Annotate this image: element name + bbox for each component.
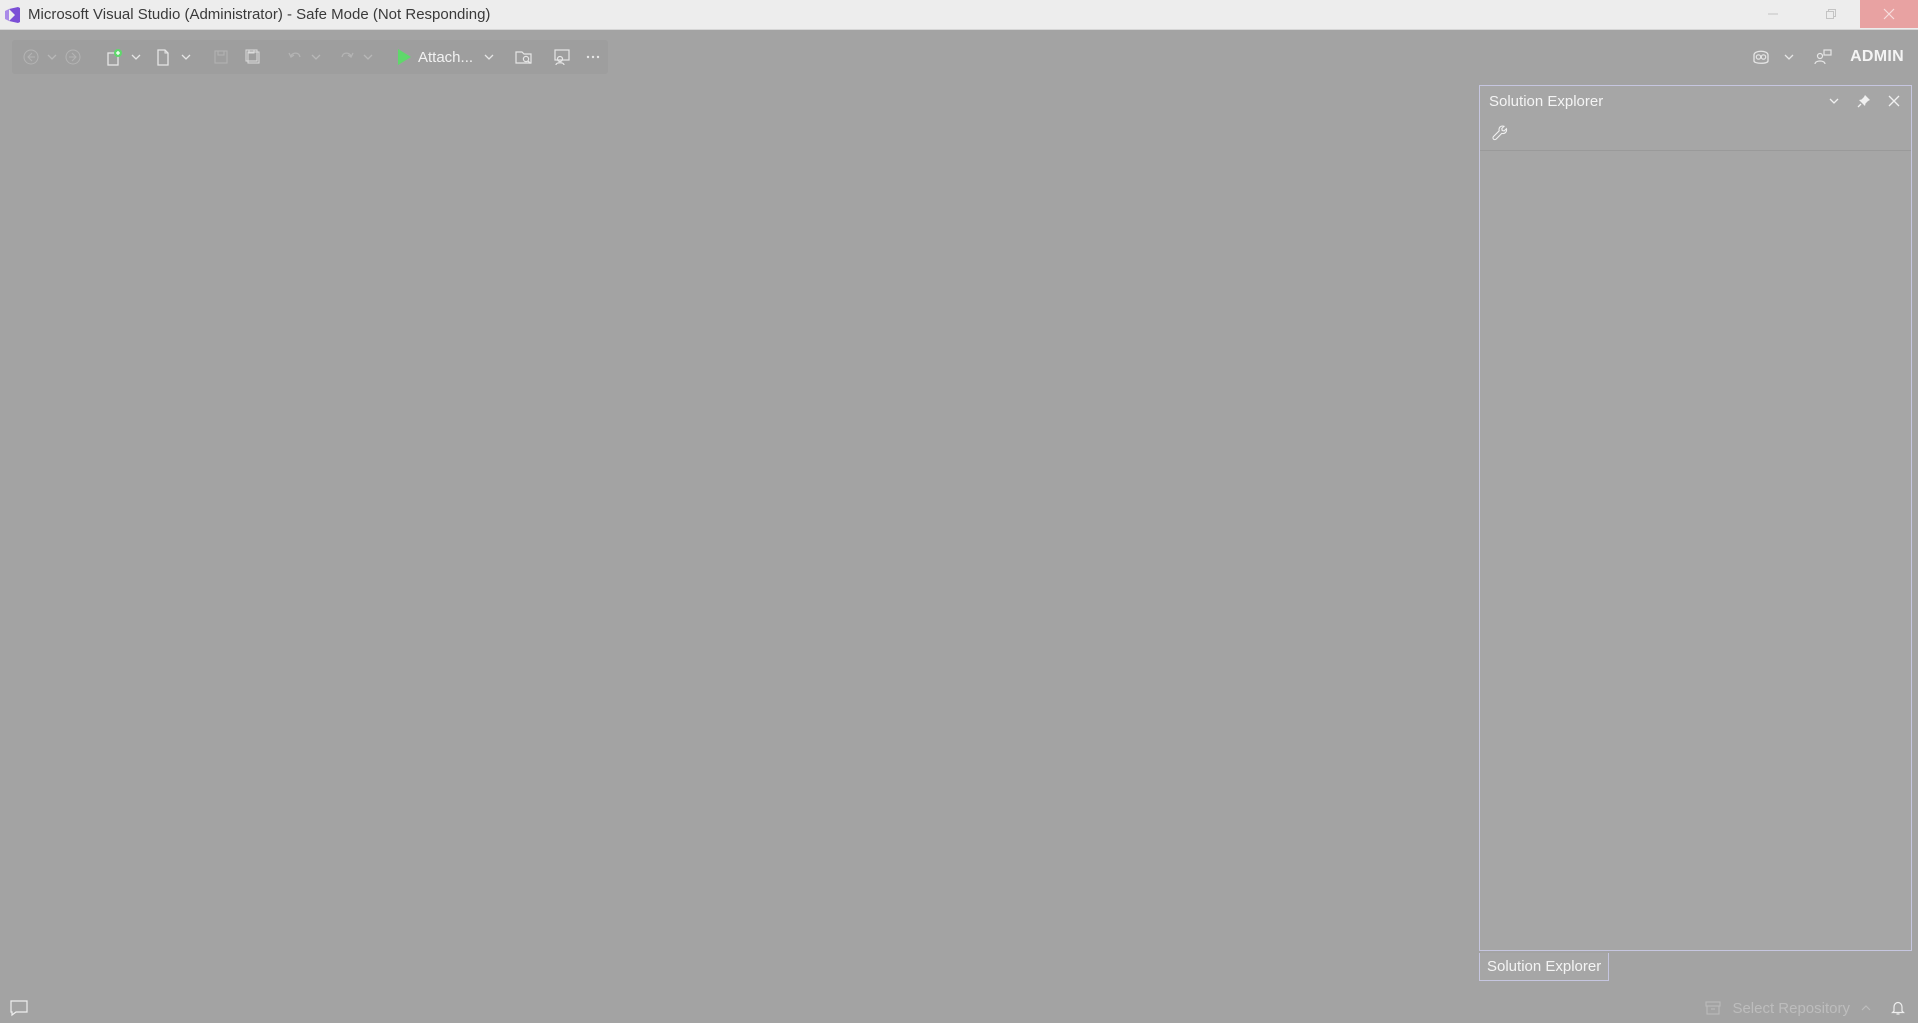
save-button[interactable]	[206, 42, 236, 72]
more-icon	[585, 49, 601, 65]
close-window-button[interactable]	[1860, 0, 1918, 28]
new-project-button[interactable]	[100, 42, 128, 72]
toolbar-overflow-button[interactable]	[579, 42, 607, 72]
output-notification-button[interactable]	[4, 993, 34, 1023]
solution-explorer-header: Solution Explorer	[1480, 86, 1911, 116]
open-file-button[interactable]	[148, 42, 178, 72]
share-user-icon	[1813, 47, 1833, 67]
window-user-icon	[552, 47, 572, 67]
close-icon	[1883, 8, 1895, 20]
redo-button[interactable]	[334, 42, 360, 72]
live-share-session-button[interactable]	[1806, 42, 1840, 72]
window-title: Microsoft Visual Studio (Administrator) …	[28, 6, 490, 23]
restore-button[interactable]	[1802, 0, 1860, 28]
select-repository-button[interactable]: Select Repository	[1732, 1000, 1850, 1017]
chevron-down-icon	[311, 52, 321, 62]
copilot-dropdown[interactable]	[1778, 42, 1800, 72]
find-in-files-button[interactable]	[509, 42, 539, 72]
solution-explorer-toolbar	[1480, 116, 1911, 151]
solution-explorer-title: Solution Explorer	[1489, 93, 1819, 110]
chevron-down-icon	[484, 52, 494, 62]
undo-icon	[286, 48, 304, 66]
solution-explorer-panel: Solution Explorer	[1479, 85, 1912, 951]
back-arrow-icon	[22, 48, 40, 66]
minimize-icon	[1767, 8, 1779, 20]
start-attach-button[interactable]: Attach...	[390, 42, 477, 72]
status-bar: Select Repository	[0, 996, 1918, 1020]
open-file-dropdown[interactable]	[178, 42, 194, 72]
folder-search-icon	[514, 47, 534, 67]
properties-button[interactable]	[1488, 118, 1512, 148]
solution-explorer-tab[interactable]: Solution Explorer	[1479, 953, 1609, 981]
select-repository-chevron[interactable]	[1858, 993, 1874, 1023]
save-all-icon	[244, 48, 262, 66]
window-position-button[interactable]	[1819, 86, 1849, 116]
close-icon	[1888, 95, 1900, 107]
forward-arrow-icon	[64, 48, 82, 66]
open-file-icon	[153, 47, 173, 67]
chevron-up-icon	[1861, 1003, 1871, 1013]
redo-dropdown[interactable]	[360, 42, 376, 72]
account-toolbar: ADMIN	[1744, 40, 1918, 74]
standard-toolbar: Attach...	[12, 40, 608, 74]
notifications-button[interactable]	[1878, 993, 1918, 1023]
repository-icon	[1704, 1000, 1722, 1016]
save-all-button[interactable]	[238, 42, 268, 72]
visual-studio-logo-icon	[2, 5, 22, 25]
status-bar-right: Select Repository	[1702, 996, 1918, 1020]
redo-icon	[338, 48, 356, 66]
minimize-button[interactable]	[1744, 0, 1802, 28]
new-project-dropdown[interactable]	[128, 42, 144, 72]
navigate-back-button[interactable]	[18, 42, 44, 72]
account-user-label[interactable]: ADMIN	[1850, 48, 1904, 66]
bell-icon	[1890, 1000, 1906, 1016]
auto-hide-pin-button[interactable]	[1849, 86, 1879, 116]
start-attach-label: Attach...	[418, 49, 473, 66]
start-attach-dropdown[interactable]	[481, 42, 497, 72]
window-controls	[1744, 0, 1918, 28]
restore-icon	[1825, 8, 1837, 20]
navigate-back-dropdown[interactable]	[44, 42, 60, 72]
undo-button[interactable]	[282, 42, 308, 72]
chevron-down-icon	[47, 52, 57, 62]
wrench-icon	[1491, 124, 1509, 142]
comment-icon	[9, 999, 29, 1017]
chevron-down-icon	[181, 52, 191, 62]
chevron-down-icon	[131, 52, 141, 62]
chevron-down-icon	[363, 52, 373, 62]
new-project-icon	[104, 47, 124, 67]
play-icon	[396, 48, 412, 66]
navigate-forward-button[interactable]	[60, 42, 86, 72]
undo-dropdown[interactable]	[308, 42, 324, 72]
live-share-button[interactable]	[545, 42, 579, 72]
copilot-button[interactable]	[1744, 42, 1778, 72]
copilot-icon	[1750, 47, 1772, 67]
pin-icon	[1857, 94, 1871, 108]
close-panel-button[interactable]	[1879, 86, 1909, 116]
source-control-repo-icon-wrap	[1702, 993, 1724, 1023]
save-icon	[212, 48, 230, 66]
title-bar: Microsoft Visual Studio (Administrator) …	[0, 0, 1918, 30]
chevron-down-icon	[1784, 52, 1794, 62]
chevron-down-icon	[1828, 95, 1840, 107]
